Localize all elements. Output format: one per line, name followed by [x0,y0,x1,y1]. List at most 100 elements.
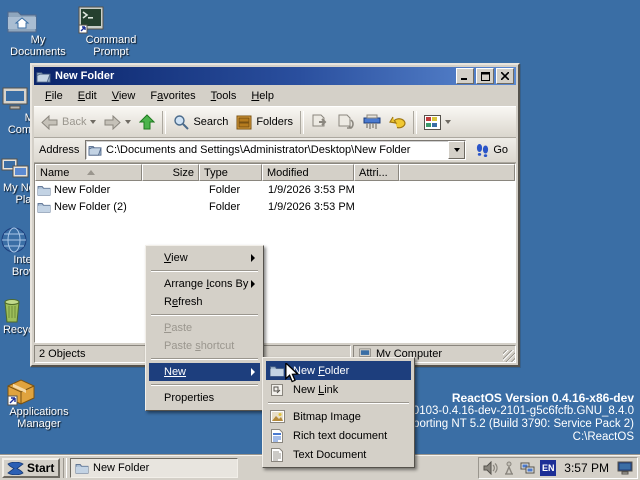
file-type: Folder [200,201,263,213]
submenu-bitmap-image[interactable]: Bitmap Image [266,407,411,426]
folder-icon [37,201,51,213]
show-desktop-icon[interactable] [617,461,633,475]
column-header-filler [399,164,515,181]
context-menu-paste[interactable]: Paste [149,319,260,337]
context-menu-paste-shortcut[interactable]: Paste shortcut [149,337,260,355]
version-line: ReactOS Version 0.4.16-x86-dev [394,392,634,405]
system-tray: EN 3:57 PM [478,457,638,479]
forward-button[interactable] [100,108,135,136]
new-folder-icon [269,364,285,377]
my-documents-icon [6,6,70,34]
back-button[interactable]: Back [37,108,100,136]
version-line: Reporting NT 5.2 (Build 3790: Service Pa… [394,418,634,431]
column-header-name[interactable]: Name [35,164,142,181]
undo-icon [389,114,406,130]
back-dropdown[interactable] [90,120,96,124]
resize-grip[interactable] [503,350,515,362]
views-icon [424,115,441,130]
up-icon [139,114,155,130]
forward-icon [104,115,121,130]
copy-to-icon [337,114,355,130]
menu-separator [151,314,258,316]
move-to-button[interactable] [307,108,333,136]
start-button[interactable]: Start [2,458,60,478]
delete-button[interactable] [359,108,385,136]
submenu-arrow-icon [251,254,255,262]
bitmap-image-icon [269,410,285,423]
folders-icon [236,115,252,130]
context-menu-properties[interactable]: Properties [149,389,260,407]
menu-file[interactable]: File [38,88,71,104]
column-header-type[interactable]: Type [199,164,262,181]
file-modified: 1/9/2026 3:53 PM [263,201,355,213]
volume-icon[interactable] [483,461,498,475]
desktop-icon-command-prompt[interactable]: Command Prompt [76,6,146,58]
views-button[interactable] [420,108,455,136]
search-icon [173,114,189,130]
close-button[interactable] [496,68,514,84]
file-row[interactable]: New Folder (2) Folder 1/9/2026 3:53 PM [35,198,515,215]
menu-view[interactable]: View [105,88,144,104]
clock[interactable]: 3:57 PM [561,461,612,475]
window-title: New Folder [55,70,454,82]
os-version-text: ReactOS Version 0.4.16-x86-dev 0260103-0… [394,392,634,444]
context-menu-new[interactable]: New [149,363,260,381]
folders-button[interactable]: Folders [232,108,297,136]
file-row[interactable]: New Folder Folder 1/9/2026 3:53 PM [35,181,515,198]
minimize-button[interactable] [456,68,474,84]
submenu-rich-text-document[interactable]: Rich text document [266,426,411,445]
context-menu: View Arrange Icons By Refresh Paste Past… [145,245,264,411]
submenu-text-document[interactable]: Text Document [266,445,411,464]
desktop-icon-label: My Documents [6,34,70,58]
folder-icon [37,184,51,196]
menu-edit[interactable]: Edit [71,88,105,104]
explorer-window: New Folder File Edit View Favorites Tool… [30,63,520,367]
submenu-arrow-icon [251,280,255,288]
column-header-modified[interactable]: Modified [262,164,354,181]
address-combo[interactable]: C:\Documents and Settings\Administrator\… [85,140,466,160]
sort-ascending-icon [87,170,95,175]
forward-dropdown[interactable] [125,120,131,124]
search-button[interactable]: Search [169,108,232,136]
menu-tools[interactable]: Tools [204,88,245,104]
up-button[interactable] [135,108,159,136]
desktop: My Documents Command Prompt My Computer … [0,0,640,480]
task-button-new-folder[interactable]: New Folder [70,458,238,478]
desktop-icon-my-documents[interactable]: My Documents [6,6,70,58]
move-to-icon [311,114,329,130]
back-icon [41,115,58,130]
toolbar-separator [300,111,304,134]
menu-separator [268,402,409,404]
column-header-size[interactable]: Size [142,164,199,181]
context-menu-refresh[interactable]: Refresh [149,293,260,311]
views-dropdown[interactable] [445,120,451,124]
maximize-button[interactable] [476,68,494,84]
file-modified: 1/9/2026 3:53 PM [263,184,355,196]
context-menu-arrange-icons-by[interactable]: Arrange Icons By [149,275,260,293]
address-dropdown-button[interactable] [448,141,465,159]
language-indicator[interactable]: EN [540,460,556,476]
text-document-icon [269,448,285,462]
command-prompt-icon [76,6,146,34]
copy-to-button[interactable] [333,108,359,136]
menu-help[interactable]: Help [244,88,282,104]
toolbar-separator [413,111,417,134]
address-value: C:\Documents and Settings\Administrator\… [106,144,448,156]
start-label: Start [27,461,54,475]
title-bar[interactable]: New Folder [34,67,516,85]
toolbar-separator [162,111,166,134]
go-button[interactable]: Go [473,142,511,158]
list-rows: New Folder Folder 1/9/2026 3:53 PM New F… [35,181,515,342]
undo-button[interactable] [385,108,410,136]
tray-service-icon[interactable] [503,461,515,475]
menu-favorites[interactable]: Favorites [143,88,203,104]
version-line: C:\ReactOS [394,431,634,444]
delete-shredder-icon [363,114,381,130]
column-header-attributes[interactable]: Attri... [354,164,399,181]
file-list: Name Size Type Modified Attri... New Fol… [34,163,516,343]
context-menu-view[interactable]: View [149,249,260,267]
network-icon[interactable] [520,462,535,475]
desktop-icon-applications-manager[interactable]: Applications Manager [4,376,74,430]
column-headers: Name Size Type Modified Attri... [35,164,515,181]
task-folder-icon [75,462,89,474]
